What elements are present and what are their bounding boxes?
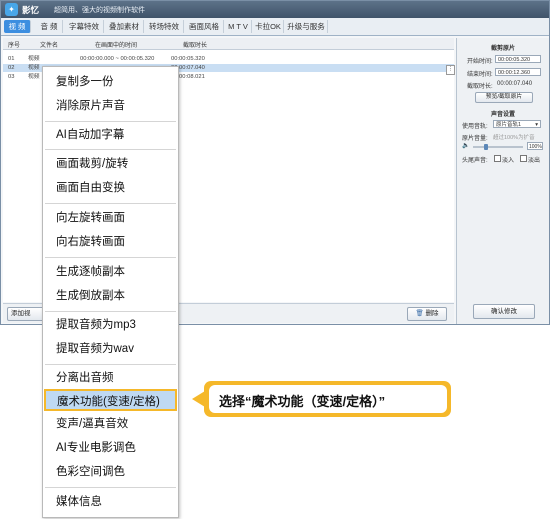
header-filename: 文件名 xyxy=(40,43,59,49)
tab-upgrade[interactable]: 升级与服务 xyxy=(285,20,328,33)
menu-item-color-space[interactable]: 色彩空间调色 xyxy=(43,461,178,483)
confirm-button[interactable]: 确认修改 xyxy=(473,304,535,319)
menu-item-media-info[interactable]: 媒体信息 xyxy=(43,491,178,513)
row-number: 03 xyxy=(8,74,15,80)
row-filename: 视频 xyxy=(28,74,40,80)
start-time-field[interactable]: 00:00:05.320 xyxy=(495,55,541,63)
menu-item-frame-copy[interactable]: 生成逐帧副本 xyxy=(43,261,178,283)
row-time: 00:00:00.000 ~ 00:00:05.320 xyxy=(80,56,155,62)
chevron-down-icon: ▾ xyxy=(535,122,538,128)
row-number: 02 xyxy=(8,65,15,71)
menu-separator xyxy=(45,257,176,258)
menu-item-extract-mp3[interactable]: 提取音频为mp3 xyxy=(43,314,178,336)
menu-separator xyxy=(45,149,176,150)
menu-item-separate-audio[interactable]: 分离出音频 xyxy=(43,367,178,389)
delete-button[interactable]: 🗑 删除 xyxy=(407,307,447,321)
volume-value-field[interactable]: 100% xyxy=(527,142,543,150)
fade-in-checkbox[interactable] xyxy=(494,155,501,162)
table-header: 序号 文件名 在画面中的时间 截取时长 xyxy=(3,38,454,50)
speaker-icon: 🔈 xyxy=(462,143,470,149)
fade-out-checkbox[interactable] xyxy=(520,155,527,162)
fade-label: 头尾声音: xyxy=(462,158,488,164)
add-label: 添加视 xyxy=(11,310,31,317)
tab-mtv[interactable]: M T V xyxy=(225,20,252,33)
menu-item-ai-subtitles[interactable]: AI自动加字幕 xyxy=(43,124,178,146)
preview-clip-button[interactable]: 预览/截取原片 xyxy=(475,92,533,103)
header-timeline: 在画面中的时间 xyxy=(95,43,138,49)
tab-audio[interactable]: 音 频 xyxy=(36,20,63,33)
row-filename: 视频 xyxy=(28,56,40,62)
app-logo-icon: ✦ xyxy=(5,3,18,16)
callout-text: 选择“魔术功能（变速/定格）” xyxy=(219,394,386,409)
menu-separator xyxy=(45,203,176,204)
menu-bar: 视 频 音 频 字幕特效 叠加素材 转场特效 画面风格 M T V 卡拉OK 升… xyxy=(1,18,549,36)
track-value: 原片音轨1 xyxy=(496,122,522,128)
row-filename: 视频 xyxy=(28,65,40,71)
menu-separator xyxy=(45,121,176,122)
row-duration: 00:00:05.320 xyxy=(171,56,205,62)
trash-icon: 🗑 xyxy=(415,310,424,317)
end-time-label: 结束时间: xyxy=(467,72,493,78)
header-duration: 截取时长 xyxy=(183,43,208,49)
title-bar: ✦ 影忆 超简用、强大的视频制作软件 xyxy=(1,1,549,18)
row-number: 01 xyxy=(8,56,15,62)
menu-item-rotate-right[interactable]: 向右旋转画面 xyxy=(43,231,178,253)
track-label: 使用音轨: xyxy=(462,124,488,130)
menu-separator xyxy=(45,311,176,312)
menu-item-crop-rotate[interactable]: 画面裁剪/旋转 xyxy=(43,153,178,175)
fade-in-label: 淡入 xyxy=(502,158,515,164)
duration-value: 00:00:07.040 xyxy=(497,81,533,87)
clip-settings-panel: 截剪原片 开始时间: 00:00:05.320 结束时间: 00:00:12.3… xyxy=(456,38,549,324)
header-number: 序号 xyxy=(8,43,21,49)
tab-subtitle-effects[interactable]: 字幕特效 xyxy=(65,20,104,33)
tab-video[interactable]: 视 频 xyxy=(4,20,31,33)
tab-transitions[interactable]: 转场特效 xyxy=(145,20,184,33)
table-row[interactable]: 01 视频 00:00:00.000 ~ 00:00:05.320 00:00:… xyxy=(3,55,454,63)
delete-label: 删除 xyxy=(425,310,439,317)
volume-hint: 超过100%为扩音 xyxy=(493,135,535,141)
context-menu: 复制多一份 消除原片声音 AI自动加字幕 画面裁剪/旋转 画面自由变换 向左旋转… xyxy=(42,66,179,518)
start-time-label: 开始时间: xyxy=(467,59,493,65)
instruction-callout: 选择“魔术功能（变速/定格）” xyxy=(192,381,453,419)
volume-slider-knob[interactable] xyxy=(484,144,488,150)
menu-item-free-transform[interactable]: 画面自由变换 xyxy=(43,177,178,199)
menu-item-voice-effects[interactable]: 变声/逼真音效 xyxy=(43,413,178,435)
fade-out-label: 淡出 xyxy=(528,158,541,164)
volume-slider[interactable] xyxy=(473,146,523,148)
app-name: 影忆 xyxy=(22,5,40,15)
menu-separator xyxy=(45,364,176,365)
clip-section-title: 截剪原片 xyxy=(490,46,515,52)
menu-item-extract-wav[interactable]: 提取音频为wav xyxy=(43,338,178,360)
menu-item-magic-function[interactable]: 魔术功能(变速/定格) xyxy=(44,389,177,411)
audio-track-select[interactable]: 原片音轨1 ▾ xyxy=(493,120,541,128)
tab-overlay[interactable]: 叠加素材 xyxy=(105,20,144,33)
volume-label: 原片音量: xyxy=(462,136,488,142)
tab-styles[interactable]: 画面风格 xyxy=(185,20,224,33)
audio-section-title: 声音设置 xyxy=(490,112,515,118)
tab-karaoke[interactable]: 卡拉OK xyxy=(253,20,284,33)
app-tagline: 超简用、强大的视频制作软件 xyxy=(54,7,145,14)
menu-item-duplicate[interactable]: 复制多一份 xyxy=(43,71,178,93)
menu-item-ai-color-grading[interactable]: AI专业电影调色 xyxy=(43,437,178,459)
menu-item-mute-original[interactable]: 消除原片声音 xyxy=(43,95,178,117)
menu-item-rotate-left[interactable]: 向左旋转画面 xyxy=(43,207,178,229)
menu-item-reverse-copy[interactable]: 生成倒放副本 xyxy=(43,285,178,307)
row-more-icon[interactable]: ⋮ xyxy=(446,65,455,75)
menu-separator xyxy=(45,487,176,488)
end-time-field[interactable]: 00:00:12.360 xyxy=(495,68,541,76)
duration-label: 截取时长: xyxy=(467,84,493,90)
